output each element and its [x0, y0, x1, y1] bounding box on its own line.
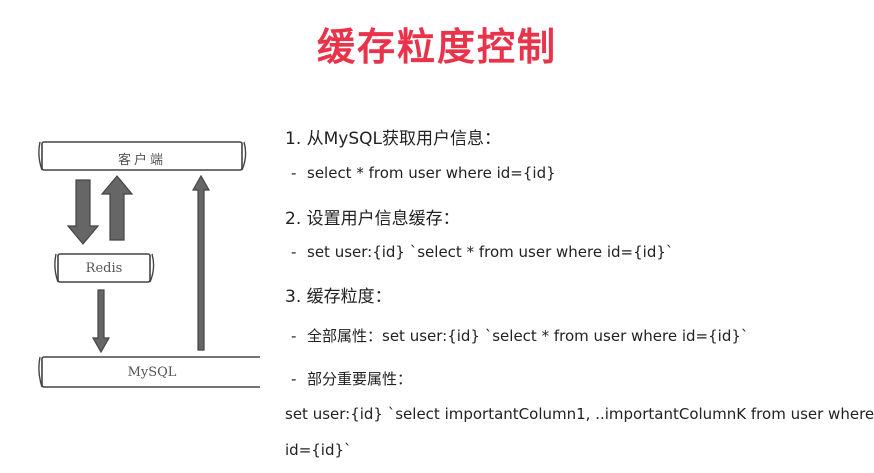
cache-flow-diagram: 客户端 Redis MySQL	[30, 128, 267, 398]
content-panel: 1. 从MySQL获取用户信息： - select * from user whe…	[285, 0, 874, 473]
heading-step-1: 1. 从MySQL获取用户信息：	[285, 129, 501, 149]
bullet-dash: -	[291, 370, 297, 388]
item-important-fields-text: 部分重要属性：	[307, 370, 413, 388]
arrow-redis-to-client	[100, 175, 134, 241]
item-all-fields-text: 全部属性：set user:{id} `select * from user w…	[307, 327, 749, 345]
bullet-dash: -	[291, 243, 297, 261]
item-step-2-text: set user:{id} `select * from user where …	[307, 243, 674, 261]
arrow-mysql-to-client	[191, 174, 211, 351]
heading-step-3: 3. 缓存粒度：	[285, 287, 392, 307]
client-label: 客户端	[117, 153, 166, 168]
bullet-dash: -	[291, 327, 297, 345]
item-step-1: - select * from user where id={id}	[291, 164, 556, 182]
paragraph-line-2: id={id}`	[285, 441, 352, 459]
paragraph-line-1: set user:{id} `select importantColumn1, …	[285, 405, 874, 423]
redis-label: Redis	[85, 261, 123, 276]
item-all-fields: - 全部属性：set user:{id} `select * from user …	[291, 325, 748, 346]
item-step-2: - set user:{id} `select * from user where…	[291, 243, 673, 261]
heading-step-2: 2. 设置用户信息缓存：	[285, 209, 460, 229]
mysql-label: MySQL	[127, 365, 177, 380]
bullet-dash: -	[291, 164, 297, 182]
item-important-fields: - 部分重要属性：	[291, 368, 412, 389]
arrow-redis-to-mysql	[91, 289, 111, 354]
arrow-client-to-redis	[66, 179, 100, 245]
item-step-1-text: select * from user where id={id}	[307, 164, 556, 182]
slide: 缓存粒度控制 客户端 Redis MySQL 1. 从MySQL获取用户信息： …	[0, 0, 874, 473]
